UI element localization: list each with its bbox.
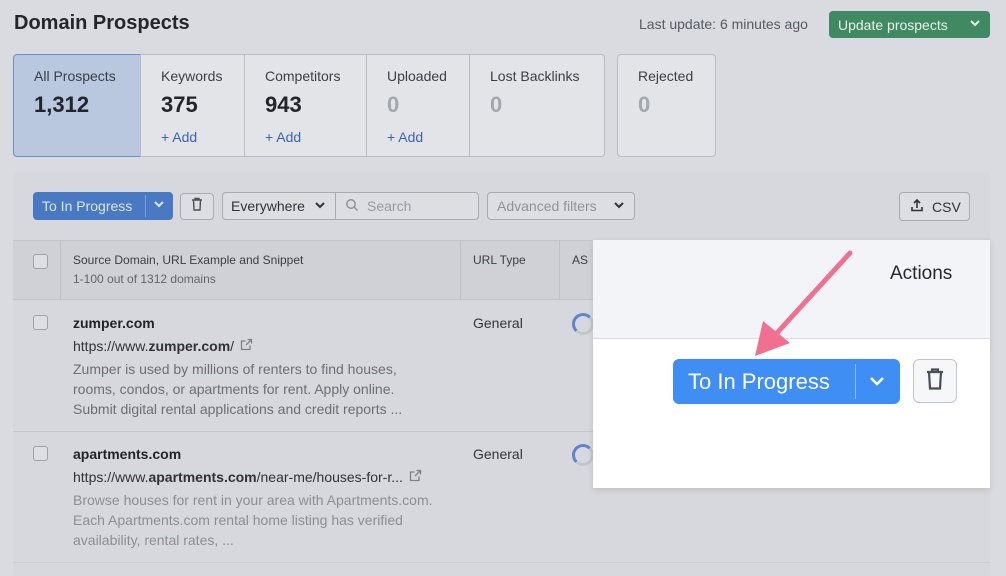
- tab-label: All Prospects: [34, 68, 116, 84]
- row-url-type: General: [473, 315, 523, 331]
- zoom-to-in-progress-button[interactable]: To In Progress: [673, 359, 900, 404]
- update-prospects-label: Update prospects: [838, 16, 948, 33]
- advanced-filters-dropdown[interactable]: Advanced filters: [487, 192, 635, 220]
- button-divider: [145, 195, 146, 217]
- tab-label: Keywords: [161, 68, 223, 84]
- row-url-type: General: [473, 446, 523, 462]
- row-snippet: Browse houses for rent in your area with…: [73, 492, 433, 548]
- scope-select-value: Everywhere: [231, 198, 305, 214]
- search-icon: [345, 198, 359, 215]
- row-domain[interactable]: apartments.com: [73, 446, 181, 462]
- add-link[interactable]: + Add: [387, 129, 469, 145]
- column-divider: [60, 240, 61, 300]
- url-suffix: /: [230, 338, 235, 354]
- authority-score-ring-icon: [572, 313, 594, 335]
- zoom-callout: Actions To In Progress: [593, 240, 990, 488]
- tab-label: Lost Backlinks: [490, 68, 580, 84]
- column-divider: [559, 240, 560, 300]
- row-url[interactable]: https://www.apartments.com/near-me/house…: [73, 469, 422, 485]
- tab-competitors[interactable]: Competitors 943 + Add: [244, 54, 367, 157]
- trash-icon: [191, 197, 203, 216]
- external-link-icon[interactable]: [240, 338, 253, 354]
- tab-count: 375: [161, 92, 198, 117]
- trash-icon: [925, 367, 945, 396]
- scope-select[interactable]: Everywhere: [222, 192, 336, 220]
- url-suffix: /near-me/houses-for-r...: [256, 469, 403, 485]
- row-domain[interactable]: zumper.com: [73, 315, 155, 331]
- chevron-down-icon: [612, 198, 626, 215]
- to-in-progress-label: To In Progress: [42, 198, 133, 214]
- last-update-text: Last update: 6 minutes ago: [639, 16, 808, 32]
- search-input[interactable]: Search: [336, 192, 479, 220]
- url-prefix: https://www.: [73, 338, 149, 354]
- to-in-progress-button[interactable]: To In Progress: [33, 192, 173, 220]
- add-link[interactable]: + Add: [161, 129, 244, 145]
- row-checkbox[interactable]: [33, 315, 48, 330]
- csv-label: CSV: [932, 198, 961, 215]
- scroll-fade: [13, 548, 990, 576]
- tab-count: 0: [638, 92, 651, 117]
- tab-label: Rejected: [638, 68, 694, 84]
- chevron-down-icon[interactable]: [152, 197, 166, 214]
- add-link[interactable]: + Add: [265, 129, 366, 145]
- tab-uploaded[interactable]: Uploaded 0 + Add: [366, 54, 470, 157]
- url-domain: zumper.com: [148, 338, 231, 354]
- tab-rejected[interactable]: Rejected 0: [617, 54, 716, 157]
- tab-label: Competitors: [265, 68, 341, 84]
- delete-button[interactable]: [180, 193, 214, 220]
- actions-column-header: Actions: [890, 263, 953, 284]
- tab-count: 0: [387, 92, 400, 117]
- page-title: Domain Prospects: [14, 12, 190, 34]
- zoom-to-in-progress-label: To In Progress: [688, 368, 830, 394]
- domains-count: 1-100 out of 1312 domains: [73, 272, 216, 286]
- upload-icon: [910, 198, 924, 215]
- export-csv-button[interactable]: CSV: [899, 192, 970, 221]
- zoom-delete-button[interactable]: [913, 359, 957, 403]
- column-header-url-type[interactable]: URL Type: [473, 253, 526, 267]
- tab-count: 1,312: [34, 92, 90, 117]
- column-header-source[interactable]: Source Domain, URL Example and Snippet: [73, 253, 303, 267]
- tab-all-prospects[interactable]: All Prospects 1,312: [13, 54, 141, 157]
- tab-lost-backlinks[interactable]: Lost Backlinks 0: [469, 54, 605, 157]
- row-url[interactable]: https://www.zumper.com/: [73, 338, 253, 354]
- column-header-as[interactable]: AS: [572, 253, 588, 267]
- tab-keywords[interactable]: Keywords 375 + Add: [140, 54, 245, 157]
- update-prospects-button[interactable]: Update prospects: [829, 11, 990, 38]
- chevron-down-icon[interactable]: [865, 369, 889, 399]
- tab-label: Uploaded: [387, 68, 447, 84]
- advanced-filters-label: Advanced filters: [497, 198, 597, 214]
- column-divider: [460, 240, 461, 300]
- external-link-icon[interactable]: [409, 469, 422, 485]
- row-checkbox[interactable]: [33, 446, 48, 461]
- tab-count: 943: [265, 92, 302, 117]
- select-all-checkbox[interactable]: [33, 254, 48, 269]
- url-prefix: https://www.: [73, 469, 149, 485]
- url-domain: apartments.com: [148, 469, 257, 485]
- chevron-down-icon: [968, 16, 982, 33]
- search-placeholder: Search: [367, 198, 412, 214]
- domain-prospects-page: Domain Prospects Last update: 6 minutes …: [0, 0, 1006, 576]
- chevron-down-icon: [313, 198, 327, 215]
- row-snippet: Zumper is used by millions of renters to…: [73, 361, 403, 417]
- zoom-header: [593, 240, 990, 339]
- authority-score-ring-icon: [572, 444, 594, 466]
- tab-count: 0: [490, 92, 503, 117]
- button-divider: [855, 364, 856, 399]
